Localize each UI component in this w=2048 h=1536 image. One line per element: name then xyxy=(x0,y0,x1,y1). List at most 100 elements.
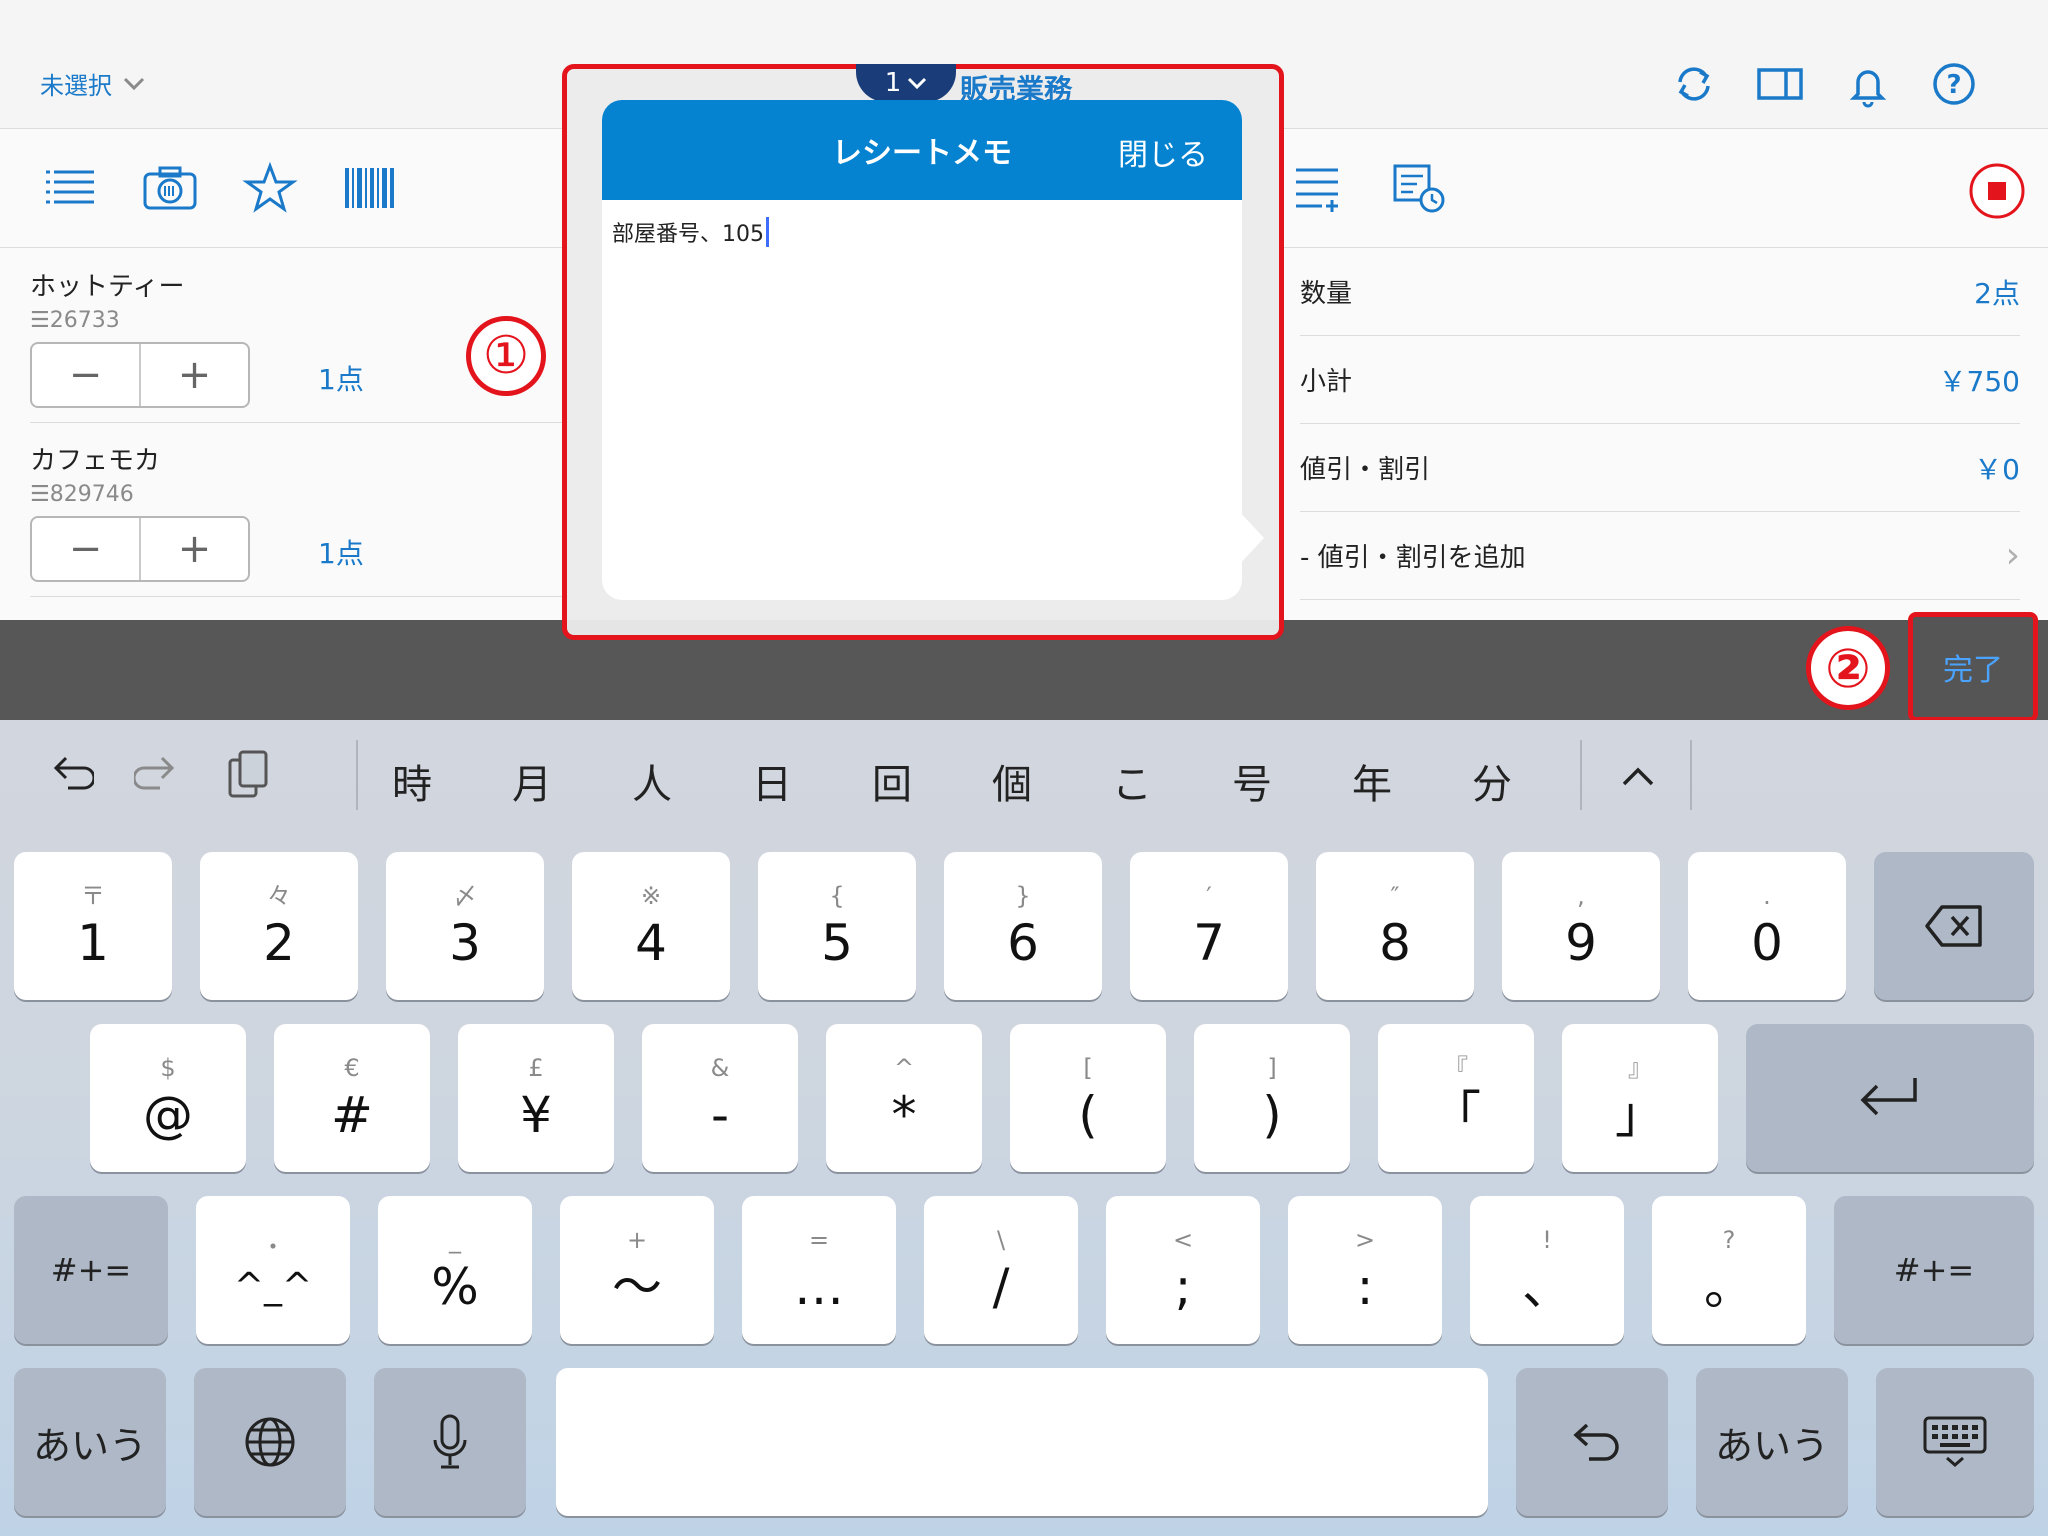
decrement-button[interactable]: − xyxy=(32,518,139,580)
sync-icon[interactable] xyxy=(1670,60,1718,108)
candidate[interactable]: 年 xyxy=(1352,752,1392,810)
undo-key[interactable] xyxy=(1516,1368,1668,1516)
increment-button[interactable]: + xyxy=(139,518,248,580)
key[interactable]: 』」 xyxy=(1562,1024,1718,1172)
help-icon[interactable]: ? xyxy=(1930,60,1978,108)
key[interactable]: 々2 xyxy=(200,852,358,1000)
key[interactable]: ?。 xyxy=(1652,1196,1806,1344)
symbol-toggle-key[interactable]: #+= xyxy=(1834,1196,2034,1344)
key[interactable]: £ ¥ xyxy=(458,1024,614,1172)
memo-textarea[interactable]: 部屋番号、105 xyxy=(612,216,769,248)
receipt-history-icon[interactable] xyxy=(1392,162,1448,214)
key[interactable]: & - xyxy=(642,1024,798,1172)
chevron-up-icon[interactable] xyxy=(1618,762,1658,790)
memo-value: 部屋番号、105 xyxy=(612,222,764,247)
key[interactable]: 〒 1 xyxy=(14,852,172,1000)
increment-button[interactable]: + xyxy=(139,344,248,406)
microphone-icon xyxy=(433,1414,467,1469)
add-discount-row[interactable]: - 値引・割引を追加 › xyxy=(1300,512,2020,600)
key[interactable]: !、 xyxy=(1470,1196,1624,1344)
candidate[interactable]: 号 xyxy=(1232,752,1272,810)
list-icon[interactable] xyxy=(42,162,98,214)
key[interactable]: 〆3 xyxy=(386,852,544,1000)
key[interactable]: ″ 8 xyxy=(1316,852,1474,1000)
register-tab[interactable]: 1 xyxy=(856,64,956,102)
key[interactable]: € # xyxy=(274,1024,430,1172)
row-divider xyxy=(30,596,575,597)
barcode-icon[interactable] xyxy=(342,162,398,214)
key[interactable]: ^ * xyxy=(826,1024,982,1172)
candidate[interactable]: 個 xyxy=(992,752,1032,810)
redo-icon[interactable] xyxy=(134,752,182,796)
bell-icon[interactable] xyxy=(1844,60,1892,108)
dismiss-keyboard-key[interactable] xyxy=(1876,1368,2034,1516)
undo-icon[interactable] xyxy=(46,752,94,796)
microphone-key[interactable] xyxy=(374,1368,526,1516)
backspace-icon xyxy=(1925,905,1982,947)
symbol-toggle-key[interactable]: #+= xyxy=(14,1196,168,1344)
unselected-label: 未選択 xyxy=(40,72,112,100)
key[interactable]: } 6 xyxy=(944,852,1102,1000)
candidate[interactable]: 分 xyxy=(1472,752,1512,810)
key[interactable]: >: xyxy=(1288,1196,1442,1344)
star-icon[interactable] xyxy=(242,162,298,214)
key[interactable]: ※ 4 xyxy=(572,852,730,1000)
candidate[interactable]: 人 xyxy=(632,752,672,810)
key[interactable]: _% xyxy=(378,1196,532,1344)
key[interactable]: \ / xyxy=(924,1196,1078,1344)
chevron-right-icon: › xyxy=(2005,535,2020,576)
close-button[interactable]: 閉じる xyxy=(1118,130,1208,174)
item-code: ☰26733 xyxy=(30,308,120,333)
stop-icon[interactable] xyxy=(1968,162,2026,220)
return-key[interactable] xyxy=(1746,1024,2034,1172)
camera-barcode-icon[interactable] xyxy=(142,162,198,214)
candidate[interactable]: 日 xyxy=(752,752,792,810)
key[interactable]: ,9 xyxy=(1502,852,1660,1000)
key[interactable]: ]) xyxy=(1194,1024,1350,1172)
key[interactable]: ′ 7 xyxy=(1130,852,1288,1000)
item-name: ホットティー xyxy=(30,272,185,302)
kana-key[interactable]: あいう xyxy=(1696,1368,1848,1516)
key[interactable]: [( xyxy=(1010,1024,1166,1172)
quantity-stepper[interactable]: − + xyxy=(30,516,250,582)
tab-number: 1 xyxy=(884,68,902,98)
candidate-separator xyxy=(356,740,358,810)
unselected-dropdown[interactable]: 未選択 xyxy=(40,66,146,101)
key[interactable]: 『「 xyxy=(1378,1024,1534,1172)
return-icon xyxy=(1860,1078,1917,1116)
candidate-separator xyxy=(1690,740,1692,810)
step-2-badge: ② xyxy=(1806,626,1890,710)
chevron-down-icon xyxy=(908,77,927,89)
key[interactable]: $ @ xyxy=(90,1024,246,1172)
key[interactable]: <; xyxy=(1106,1196,1260,1344)
backspace-key[interactable] xyxy=(1874,852,2034,1000)
candidate[interactable]: こ xyxy=(1112,752,1152,810)
key[interactable]: =… xyxy=(742,1196,896,1344)
candidate[interactable]: 月 xyxy=(512,752,552,810)
add-discount-label: - 値引・割引を追加 xyxy=(1300,543,1526,573)
kana-key[interactable]: あいう xyxy=(14,1368,166,1516)
popover-arrow xyxy=(1238,510,1264,566)
candidate[interactable]: 時 xyxy=(392,752,432,810)
code-list-icon: ☰ xyxy=(30,308,50,333)
globe-icon xyxy=(245,1417,295,1467)
paste-icon[interactable] xyxy=(226,748,272,800)
done-button[interactable]: 完了 xyxy=(1908,612,2038,722)
item-qty: 1点 xyxy=(318,363,364,396)
decrement-button[interactable]: − xyxy=(32,344,139,406)
item-name: カフェモカ xyxy=(30,446,161,476)
space-key[interactable] xyxy=(556,1368,1488,1516)
key[interactable]: ・ ^_^ xyxy=(196,1196,350,1344)
done-label: 完了 xyxy=(1943,653,2003,688)
split-view-icon[interactable] xyxy=(1756,60,1804,108)
summary-value: ￥750 xyxy=(1938,364,2020,398)
item-qty: 1点 xyxy=(318,537,364,570)
key[interactable]: + 〜 xyxy=(560,1196,714,1344)
globe-key[interactable] xyxy=(194,1368,346,1516)
quantity-stepper[interactable]: − + xyxy=(30,342,250,408)
key[interactable]: .0 xyxy=(1688,852,1846,1000)
key[interactable]: {5 xyxy=(758,852,916,1000)
add-line-icon[interactable] xyxy=(1292,162,1348,214)
candidate[interactable]: 回 xyxy=(872,752,912,810)
summary-quantity: 数量 2点 xyxy=(1300,248,2020,336)
